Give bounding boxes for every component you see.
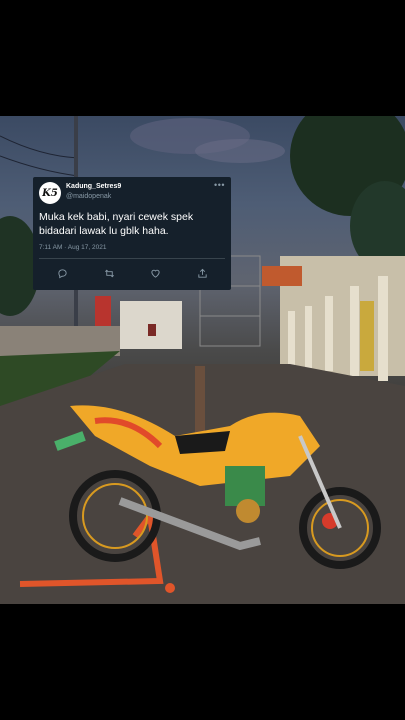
user-handle[interactable]: @maidopenak: [66, 193, 111, 200]
avatar[interactable]: K5: [39, 182, 61, 204]
reply-icon[interactable]: [55, 266, 69, 280]
share-icon[interactable]: [195, 266, 209, 280]
tweet-text: Muka kek babi, nyari cewek spek bidadari…: [39, 211, 194, 237]
more-options-icon[interactable]: •••: [214, 180, 225, 190]
avatar-logo-text: K5: [42, 187, 58, 199]
retweet-icon[interactable]: [102, 266, 116, 280]
tweet-actions: [33, 266, 231, 280]
tweet-card[interactable]: K5 Kadung_Setres9 @maidopenak ••• Muka k…: [33, 177, 231, 290]
video-frame: K5 Kadung_Setres9 @maidopenak ••• Muka k…: [0, 0, 405, 720]
display-name[interactable]: Kadung_Setres9: [66, 183, 121, 190]
like-icon[interactable]: [148, 266, 162, 280]
tweet-timestamp[interactable]: 7:11 AM · Aug 17, 2021: [39, 244, 106, 251]
divider: [39, 258, 225, 259]
